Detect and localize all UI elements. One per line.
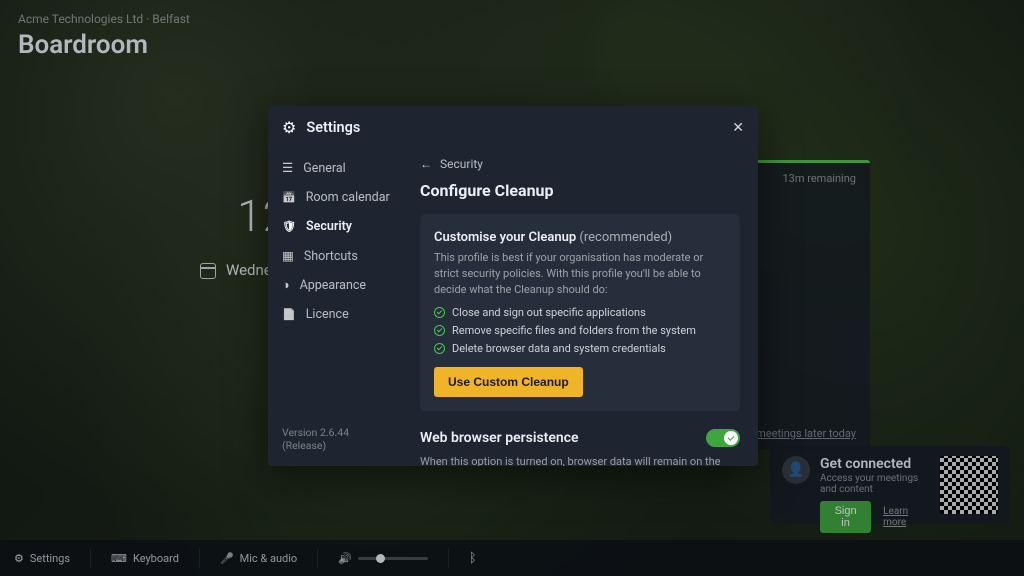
card-description: This profile is best if your organisatio… xyxy=(434,250,726,298)
list-icon xyxy=(282,160,293,176)
persistence-title: Web browser persistence xyxy=(420,430,579,446)
settings-panel: Security Configure Cleanup Customise you… xyxy=(406,149,758,466)
card-title: Customise your Cleanup xyxy=(434,230,576,245)
modal-title: Settings xyxy=(306,119,360,136)
calendar-icon xyxy=(282,190,296,205)
sidebar-item-shortcuts[interactable]: Shortcuts xyxy=(268,241,406,271)
breadcrumb-back[interactable]: Security xyxy=(420,157,740,171)
sidebar-item-licence[interactable]: Licence xyxy=(268,300,406,329)
document-icon xyxy=(282,307,296,322)
bullet-item: Delete browser data and system credentia… xyxy=(434,342,726,355)
back-arrow-icon xyxy=(420,157,432,171)
grid-icon xyxy=(282,248,294,264)
sidebar-item-general[interactable]: General xyxy=(268,153,406,183)
persistence-section: Web browser persistence When this option… xyxy=(420,429,740,466)
persistence-toggle[interactable] xyxy=(706,429,740,447)
settings-modal: Settings General Room calendar Security … xyxy=(268,106,758,466)
sidebar-item-security[interactable]: Security xyxy=(268,212,406,241)
check-icon xyxy=(434,343,445,354)
bullet-item: Close and sign out specific applications xyxy=(434,306,726,319)
settings-sidebar: General Room calendar Security Shortcuts… xyxy=(268,149,406,466)
cleanup-card: Customise your Cleanup (recommended) Thi… xyxy=(420,214,740,411)
sidebar-item-appearance[interactable]: Appearance xyxy=(268,271,406,300)
bullet-item: Remove specific files and folders from t… xyxy=(434,324,726,337)
gear-icon xyxy=(282,118,296,137)
check-icon xyxy=(434,307,445,318)
shield-icon xyxy=(282,219,296,234)
panel-heading: Configure Cleanup xyxy=(420,181,740,200)
version-label: Version 2.6.44 (Release) xyxy=(268,416,406,462)
use-custom-cleanup-button[interactable]: Use Custom Cleanup xyxy=(434,367,583,397)
close-button[interactable] xyxy=(732,120,744,136)
appearance-icon xyxy=(282,278,290,293)
check-icon xyxy=(434,325,445,336)
sidebar-item-calendar[interactable]: Room calendar xyxy=(268,183,406,212)
